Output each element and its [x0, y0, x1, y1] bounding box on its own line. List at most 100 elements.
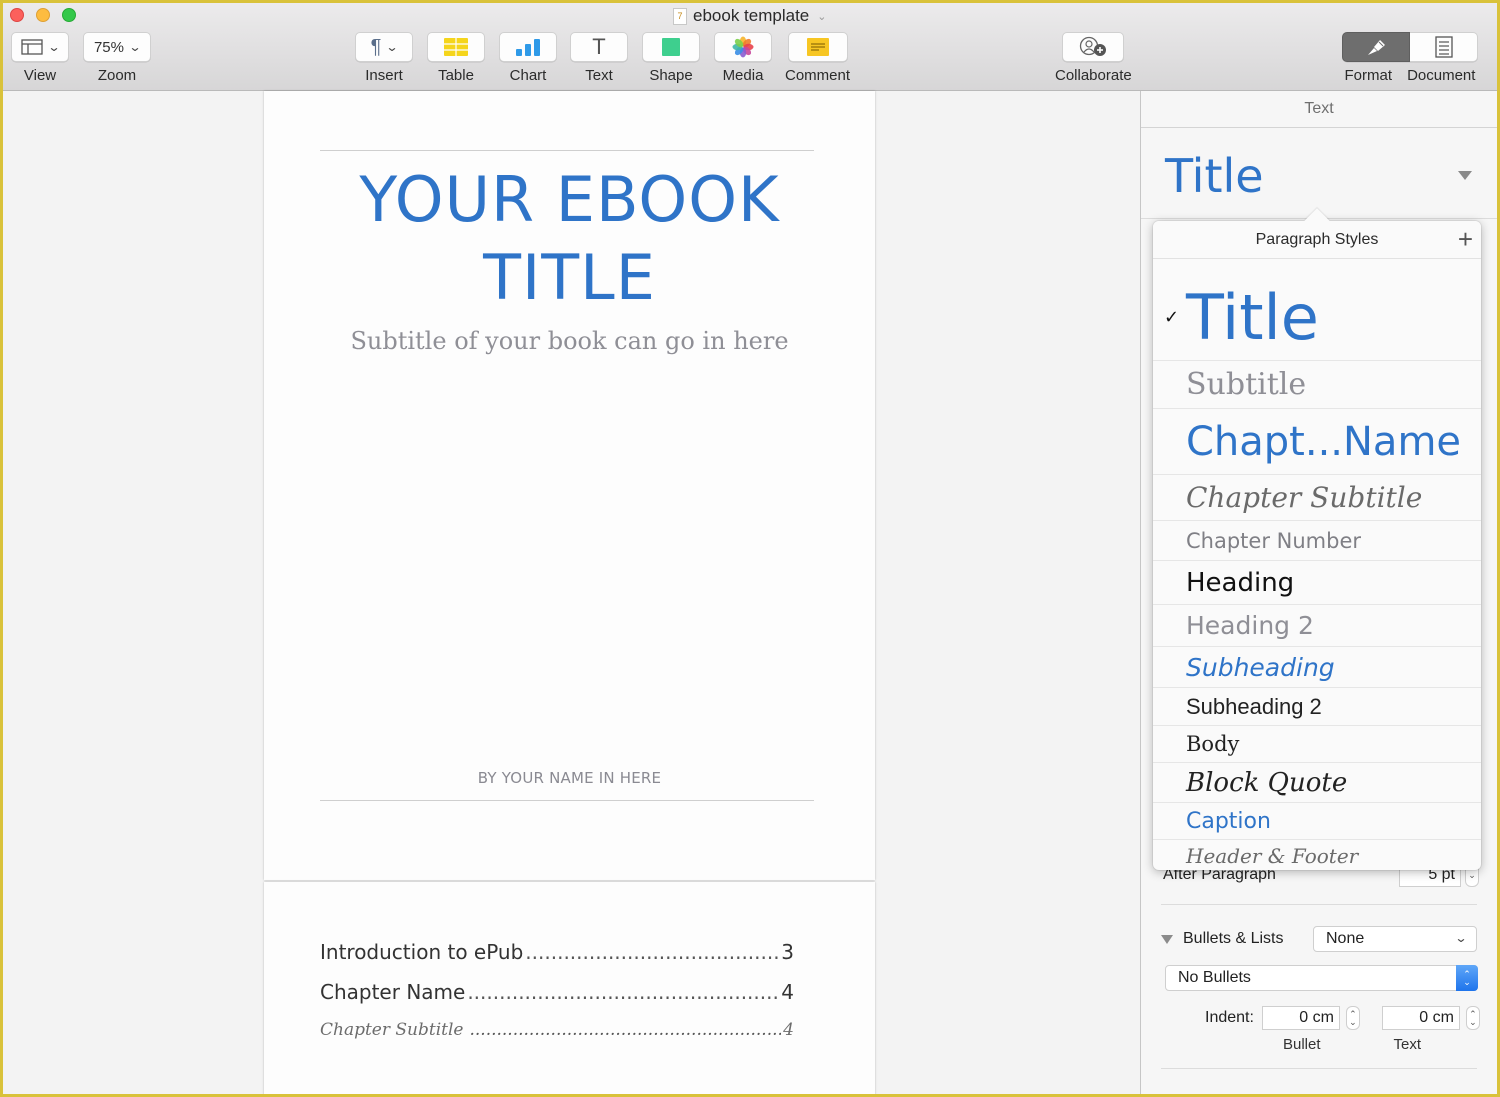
text-tool[interactable]: T Text: [570, 32, 628, 84]
ebook-subtitle[interactable]: Subtitle of your book can go in here: [264, 327, 875, 355]
text-indent-field[interactable]: 0 cm: [1381, 1006, 1460, 1030]
bullet-indent-field[interactable]: 0 cm: [1261, 1006, 1340, 1030]
style-label: Heading: [1186, 567, 1295, 598]
zoom-button[interactable]: 75% ⌄: [83, 32, 151, 62]
text-indent-value: 0 cm: [1419, 1009, 1454, 1026]
style-item-chapter-number[interactable]: Chapter Number: [1153, 521, 1481, 561]
style-item-title[interactable]: ✓ Title: [1153, 259, 1481, 361]
bullet-indent-stepper[interactable]: ⌃ ⌄: [1345, 1006, 1360, 1030]
chevron-down-icon: ⌄: [47, 40, 61, 54]
insert-label: Insert: [365, 67, 403, 84]
minimize-window-button[interactable]: [36, 8, 50, 22]
fullscreen-window-button[interactable]: [62, 8, 76, 22]
style-item-subheading[interactable]: Subheading: [1153, 647, 1481, 688]
toc-entry[interactable]: Chapter Subtitle 4: [320, 1020, 794, 1040]
text-indent-stepper[interactable]: ⌃ ⌄: [1465, 1006, 1480, 1030]
indent-captions: Bullet Text: [1283, 1036, 1421, 1053]
bar-chart-icon: [516, 39, 540, 56]
document-label: Document: [1407, 67, 1476, 84]
pilcrow-icon: ¶: [370, 35, 382, 58]
bullet-style-select[interactable]: No Bullets ⌃ ⌄: [1165, 965, 1478, 991]
text-button[interactable]: T: [570, 32, 628, 62]
paragraph-styles-header: Paragraph Styles +: [1153, 221, 1481, 259]
chevron-down-icon: ⌄: [1454, 931, 1468, 945]
toolbar: 7 ebook template ⌄ ⌄ View 75% ⌄ Zoom ¶ ⌄…: [3, 3, 1497, 91]
document-title-text: ebook template: [693, 6, 810, 25]
toc-leader-dots: [469, 1020, 781, 1040]
pages-document-icon: 7: [673, 7, 687, 25]
style-item-chapter-subtitle[interactable]: Chapter Subtitle: [1153, 475, 1481, 521]
view-button[interactable]: ⌄: [11, 32, 69, 62]
chevron-down-icon[interactable]: ⌄: [817, 10, 826, 23]
document-button[interactable]: [1410, 32, 1478, 62]
table-tool[interactable]: Table: [427, 32, 485, 84]
photos-flower-icon: [732, 36, 754, 58]
toc-entry-page: 3: [781, 940, 794, 964]
indent-row: Indent: 0 cm ⌃ ⌄ 0 cm ⌃ ⌄: [1205, 1006, 1480, 1030]
document-icon: [1434, 36, 1453, 58]
text-icon: T: [592, 34, 606, 59]
collaborate-label: Collaborate: [1055, 67, 1132, 84]
chart-tool[interactable]: Chart: [499, 32, 557, 84]
style-item-block-quote[interactable]: Block Quote: [1153, 763, 1481, 803]
divider: [1161, 1068, 1477, 1069]
add-person-icon: [1080, 36, 1107, 56]
close-window-button[interactable]: [10, 8, 24, 22]
document-title[interactable]: 7 ebook template ⌄: [673, 5, 826, 27]
toc-leader-dots: [467, 980, 779, 1004]
style-label: Title: [1186, 281, 1319, 354]
square-shape-icon: [662, 38, 680, 56]
ebook-title[interactable]: YOUR EBOOK TITLE: [264, 161, 875, 317]
sidebar-layout-icon: [21, 39, 43, 55]
comment-label: Comment: [785, 67, 851, 84]
collaborate-tool[interactable]: Collaborate: [1055, 32, 1132, 84]
tab-text[interactable]: Text: [1141, 91, 1497, 128]
document-canvas[interactable]: YOUR EBOOK TITLE Subtitle of your book c…: [3, 91, 1140, 1094]
style-item-chapter-name[interactable]: Chapt...Name: [1153, 409, 1481, 475]
view-menu[interactable]: ⌄ View: [11, 32, 69, 84]
disclosure-triangle-icon[interactable]: [1161, 934, 1173, 944]
media-tool[interactable]: Media: [714, 32, 772, 84]
style-label: Header & Footer: [1186, 844, 1359, 868]
paragraph-styles-title: Paragraph Styles: [1255, 231, 1379, 248]
comment-button[interactable]: [787, 32, 848, 62]
add-style-icon[interactable]: +: [1458, 221, 1473, 257]
insert-menu[interactable]: ¶ ⌄ Insert: [355, 32, 413, 84]
style-label: Chapter Number: [1186, 528, 1361, 553]
table-button[interactable]: [427, 32, 485, 62]
style-label: Block Quote: [1186, 767, 1348, 798]
chevron-down-icon: ⌄: [1468, 870, 1476, 880]
collaborate-button[interactable]: [1062, 32, 1125, 62]
insert-button[interactable]: ¶ ⌄: [355, 32, 413, 62]
style-item-subtitle[interactable]: Subtitle: [1153, 361, 1481, 409]
media-button[interactable]: [714, 32, 772, 62]
paragraph-styles-popover: Paragraph Styles + ✓ Title Subtitle Chap…: [1153, 208, 1481, 872]
triangle-down-icon[interactable]: [1458, 171, 1472, 180]
style-label: Chapter Subtitle: [1186, 481, 1423, 514]
checkmark-icon: ✓: [1164, 307, 1180, 328]
list-type-select[interactable]: None ⌄: [1313, 926, 1477, 952]
shape-button[interactable]: [642, 32, 700, 62]
toc-entry[interactable]: Chapter Name 4: [320, 980, 794, 1020]
style-label: Body: [1186, 732, 1240, 756]
zoom-value: 75%: [93, 38, 124, 56]
style-item-heading-2[interactable]: Heading 2: [1153, 605, 1481, 647]
style-item-heading[interactable]: Heading: [1153, 561, 1481, 605]
author-byline[interactable]: BY YOUR NAME IN HERE: [264, 769, 875, 787]
shape-tool[interactable]: Shape: [642, 32, 700, 84]
comment-tool[interactable]: Comment: [785, 32, 850, 84]
chart-button[interactable]: [499, 32, 557, 62]
zoom-menu[interactable]: 75% ⌄ Zoom: [83, 32, 151, 84]
style-item-header-footer[interactable]: Header & Footer: [1153, 840, 1481, 872]
style-item-subheading-2[interactable]: Subheading 2: [1153, 688, 1481, 726]
toc-entry[interactable]: Introduction to ePub 3: [320, 940, 794, 980]
page-toc[interactable]: Introduction to ePub 3 Chapter Name 4 Ch…: [264, 882, 875, 1094]
style-item-body[interactable]: Body: [1153, 726, 1481, 763]
bullets-lists-row: Bullets & Lists None ⌄: [1161, 926, 1477, 952]
paragraph-style-selector[interactable]: Title: [1165, 149, 1264, 203]
media-label: Media: [722, 67, 764, 84]
style-label: Heading 2: [1186, 611, 1314, 640]
style-item-caption[interactable]: Caption: [1153, 803, 1481, 840]
page-cover[interactable]: YOUR EBOOK TITLE Subtitle of your book c…: [264, 91, 875, 880]
format-button[interactable]: [1342, 32, 1410, 62]
